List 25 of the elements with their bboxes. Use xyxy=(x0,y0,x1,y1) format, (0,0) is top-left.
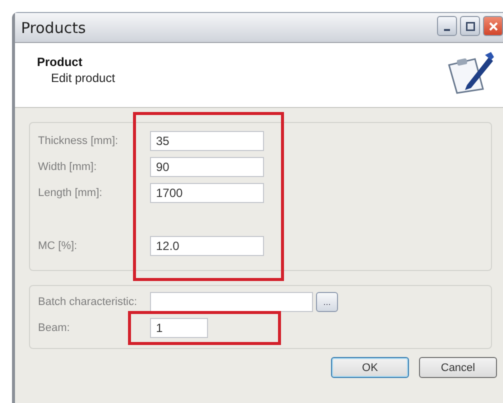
field-label: Thickness [mm]: xyxy=(38,135,120,147)
input-field[interactable]: 1700 xyxy=(150,183,264,203)
input-field[interactable]: 90 xyxy=(150,157,264,177)
minimize-button[interactable] xyxy=(437,16,457,36)
ok-button[interactable]: OK xyxy=(331,357,409,378)
cancel-button[interactable]: Cancel xyxy=(419,357,497,378)
browse-button[interactable]: ... xyxy=(316,292,338,312)
minimize-icon xyxy=(444,29,450,31)
clipboard-pen-icon xyxy=(445,51,495,95)
window-title: Products xyxy=(21,18,86,36)
input-field[interactable]: 1 xyxy=(150,318,208,338)
maximize-button[interactable] xyxy=(460,16,480,36)
field-label: Beam: xyxy=(38,322,71,334)
header-subtitle: Edit product xyxy=(50,71,116,85)
input-field[interactable] xyxy=(150,292,313,312)
header-title: Product xyxy=(37,55,84,69)
input-field[interactable]: 35 xyxy=(150,131,264,151)
maximize-icon xyxy=(466,22,474,30)
field-label: MC [%]: xyxy=(38,240,78,252)
input-field[interactable]: 12.0 xyxy=(150,236,264,256)
field-label: Width [mm]: xyxy=(38,161,98,173)
field-label: Batch characteristic: xyxy=(38,296,138,308)
close-button[interactable] xyxy=(483,16,503,36)
close-icon xyxy=(488,22,498,30)
field-label: Length [mm]: xyxy=(38,187,104,199)
